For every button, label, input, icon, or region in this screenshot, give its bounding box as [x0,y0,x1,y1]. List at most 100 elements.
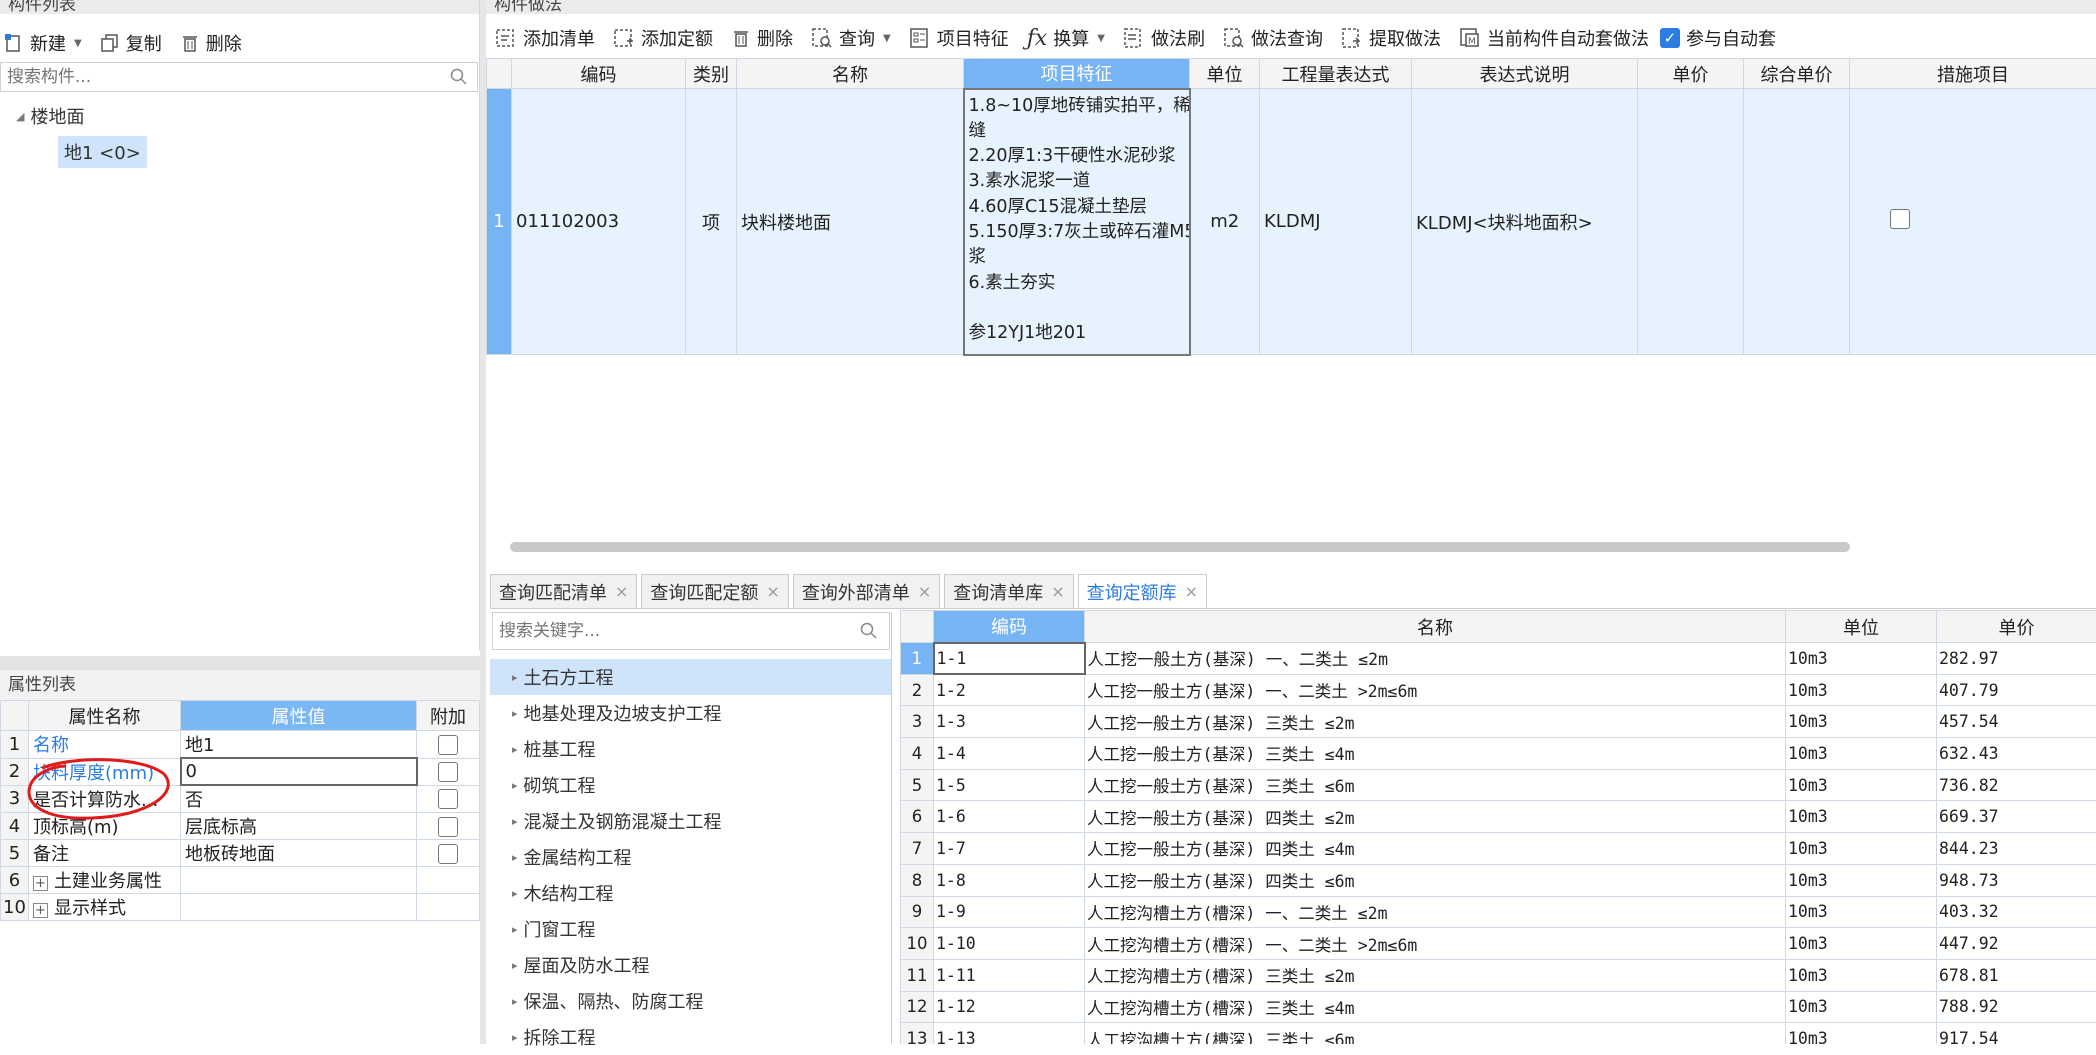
tree-node-floor[interactable]: ◢ 楼地面 [0,98,479,134]
quota-unit[interactable]: 10m3 [1786,864,1937,896]
quota-name[interactable]: 人工挖一般土方(基深) 一、二类土 >2m≤6m [1085,674,1786,706]
quota-unit[interactable]: 10m3 [1786,928,1937,960]
expand-triangle-icon[interactable]: ▸ [512,995,518,1008]
method-header-9[interactable]: 措施项目 [1850,59,2096,89]
property-extra[interactable] [417,758,480,785]
property-value[interactable]: 层底标高 [181,813,417,840]
property-extra[interactable] [417,731,480,759]
project-feature-button[interactable]: 项目特征 [900,21,1018,55]
expand-triangle-icon[interactable]: ▸ [512,959,518,972]
quota-search[interactable] [492,612,890,650]
table-row[interactable]: 71-7人工挖一般土方(基深) 四类土 ≤4m10m3844.23 [901,833,2096,865]
chevron-down-icon[interactable]: ▼ [1097,33,1105,44]
property-extra[interactable] [417,894,480,921]
tab-4[interactable]: 查询定额库× [1078,574,1207,608]
property-value[interactable]: 地板砖地面 [181,840,417,867]
tab-0[interactable]: 查询匹配清单× [490,574,637,608]
table-row[interactable]: 51-5人工挖一般土方(基深) 三类土 ≤6m10m3736.82 [901,769,2096,801]
expand-triangle-icon[interactable]: ▸ [512,923,518,936]
method-query-button[interactable]: 做法查询 [1214,21,1332,55]
quota-name[interactable]: 人工挖沟槽土方(槽深) 一、二类土 ≤2m [1085,896,1786,928]
expand-triangle-icon[interactable]: ▸ [512,815,518,828]
quota-unit[interactable]: 10m3 [1786,896,1937,928]
table-row[interactable]: 41-4人工挖一般土方(基深) 三类土 ≤4m10m3632.43 [901,738,2096,770]
quota-unit[interactable]: 10m3 [1786,674,1937,706]
row-features[interactable]: 1.8~10厚地砖铺实拍平，稀水泥浆擦缝2.20厚1:3干硬性水泥砂浆3.素水泥… [964,89,1190,355]
quota-name[interactable]: 人工挖一般土方(基深) 四类土 ≤6m [1085,864,1786,896]
method-header-1[interactable]: 类别 [686,59,737,89]
method-header-7[interactable]: 单价 [1638,59,1744,89]
chevron-down-icon[interactable]: ▼ [74,38,82,49]
row-category[interactable]: 项 [686,89,737,355]
quota-code[interactable]: 1-10 [934,928,1085,960]
quota-price[interactable]: 282.97 [1937,643,2096,675]
add-list-button[interactable]: 添加清单 [486,21,604,55]
quota-code[interactable]: 1-4 [934,738,1085,770]
quota-search-input[interactable] [493,621,859,641]
row-total-price[interactable] [1744,89,1850,355]
category-item[interactable]: ▸地基处理及边坡支护工程 [490,695,891,731]
quota-price[interactable]: 917.54 [1937,1023,2096,1044]
add-quota-button[interactable]: 添加定额 [604,21,722,55]
property-extra[interactable] [417,867,480,894]
category-item[interactable]: ▸木结构工程 [490,875,891,911]
extra-checkbox[interactable] [438,789,458,809]
quota-unit[interactable]: 10m3 [1786,959,1937,991]
close-icon[interactable]: × [615,582,628,601]
quota-code[interactable]: 1-2 [934,674,1085,706]
row-expression[interactable]: KLDMJ [1260,89,1412,355]
quota-code[interactable]: 1-13 [934,1023,1085,1044]
close-icon[interactable]: × [766,582,779,601]
search-icon[interactable] [859,621,879,641]
property-extra[interactable] [417,813,480,840]
table-row[interactable]: 131-13人工挖沟槽土方(槽深) 三类土 ≤6m10m3917.54 [901,1023,2096,1044]
collapse-triangle-icon[interactable]: ◢ [16,110,24,123]
property-row[interactable]: 5备注地板砖地面 [1,840,480,867]
quota-code[interactable]: 1-3 [934,706,1085,738]
row-measure[interactable] [1850,89,2096,355]
property-value[interactable] [181,894,417,921]
expand-triangle-icon[interactable]: ▸ [512,743,518,756]
close-icon[interactable]: × [1051,582,1064,601]
category-item[interactable]: ▸屋面及防水工程 [490,947,891,983]
extract-method-button[interactable]: 提取做法 [1332,21,1450,55]
method-header-2[interactable]: 名称 [737,59,964,89]
category-item[interactable]: ▸砌筑工程 [490,767,891,803]
category-item[interactable]: ▸保温、隔热、防腐工程 [490,983,891,1019]
expand-triangle-icon[interactable]: ▸ [512,779,518,792]
expand-triangle-icon[interactable]: ▸ [512,671,518,684]
quota-name[interactable]: 人工挖一般土方(基深) 三类土 ≤4m [1085,738,1786,770]
method-hscrollbar[interactable] [510,542,1850,552]
quota-price[interactable]: 788.92 [1937,991,2096,1023]
quota-code[interactable]: 1-11 [934,959,1085,991]
quota-price[interactable]: 736.82 [1937,769,2096,801]
close-icon[interactable]: × [1185,582,1198,601]
quota-name[interactable]: 人工挖沟槽土方(槽深) 三类土 ≤2m [1085,959,1786,991]
row-expression-desc[interactable]: KLDMJ<块料地面积> [1412,89,1638,355]
category-item[interactable]: ▸金属结构工程 [490,839,891,875]
method-delete-button[interactable]: 删除 [722,21,802,55]
quota-unit[interactable]: 10m3 [1786,991,1937,1023]
query-button[interactable]: 查询 ▼ [802,21,900,55]
method-header-3[interactable]: 项目特征 [964,59,1190,89]
delete-button[interactable]: 删除 [171,26,251,60]
tab-3[interactable]: 查询清单库× [944,574,1073,608]
quota-unit[interactable]: 10m3 [1786,643,1937,675]
method-header-0[interactable]: 编码 [512,59,686,89]
method-header-6[interactable]: 表达式说明 [1412,59,1638,89]
quota-name[interactable]: 人工挖一般土方(基深) 四类土 ≤4m [1085,833,1786,865]
row-unit[interactable]: m2 [1190,89,1260,355]
property-extra[interactable] [417,785,480,813]
chevron-down-icon[interactable]: ▼ [883,33,891,44]
expand-triangle-icon[interactable]: ▸ [512,851,518,864]
table-row[interactable]: 31-3人工挖一般土方(基深) 三类土 ≤2m10m3457.54 [901,706,2096,738]
method-header-8[interactable]: 综合单价 [1744,59,1850,89]
quota-price[interactable]: 678.81 [1937,959,2096,991]
tab-1[interactable]: 查询匹配定额× [641,574,788,608]
quota-unit[interactable]: 10m3 [1786,801,1937,833]
table-row[interactable]: 121-12人工挖沟槽土方(槽深) 三类土 ≤4m10m3788.92 [901,991,2096,1023]
quota-code[interactable]: 1-9 [934,896,1085,928]
table-row[interactable]: 91-9人工挖沟槽土方(槽深) 一、二类土 ≤2m10m3403.32 [901,896,2096,928]
search-icon[interactable] [449,67,469,87]
quota-unit[interactable]: 10m3 [1786,833,1937,865]
